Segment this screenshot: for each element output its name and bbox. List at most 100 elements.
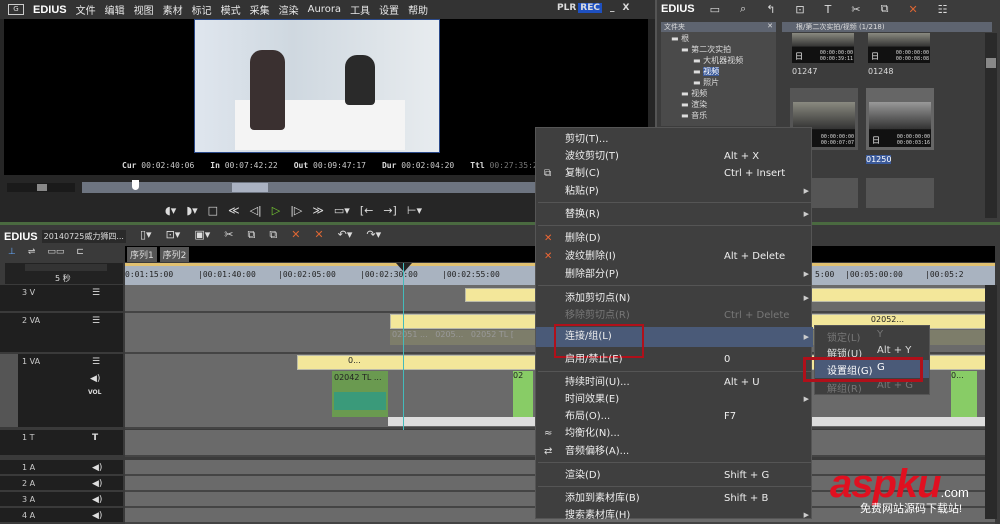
shuttle-slider[interactable] [7, 183, 75, 192]
replace-icon[interactable]: ⊢▾ [407, 204, 422, 217]
menu-item-audio-offset[interactable]: ⇄ 音频偏移(A)... [536, 443, 813, 460]
menu-marker[interactable]: 标记 [192, 2, 212, 17]
bin-clip[interactable]: 日 00:00:00:00 00:00:08:08 [868, 33, 930, 63]
menu-item-layout[interactable]: 布局(O)... F7 [536, 408, 813, 425]
menu-render[interactable]: 渲染 [279, 2, 299, 17]
tree-node-selected[interactable]: ▬ 视频 [671, 66, 776, 77]
stop-icon[interactable]: □ [208, 204, 218, 217]
set-in-icon[interactable]: ◖▾ [165, 204, 176, 217]
track-header-2a[interactable]: 2 A ◀) [0, 476, 123, 492]
link-icon[interactable]: ▭▭ [47, 247, 64, 257]
menu-edit[interactable]: 编辑 [105, 2, 125, 17]
open-icon[interactable]: ⊡▾ [166, 228, 181, 242]
fast-forward-icon[interactable]: ≫ [312, 204, 324, 217]
bin-scrollbar[interactable] [985, 33, 997, 218]
menu-item-normalize[interactable]: ≈ 均衡化(N)... [536, 425, 813, 442]
play-icon[interactable]: ▷ [272, 204, 280, 217]
tree-node[interactable]: ▬ 第二次实拍 [671, 44, 776, 55]
audio-clip[interactable]: 02 [513, 371, 533, 417]
zoom-control[interactable]: 5 秒 [5, 263, 123, 284]
track-header-2va[interactable]: 2 VA ☰ [0, 313, 123, 354]
menu-file[interactable]: 文件 [76, 2, 96, 17]
menu-tools[interactable]: 工具 [350, 2, 370, 17]
cut-icon[interactable]: ✂ [224, 228, 233, 242]
menu-item-remove-cut-point[interactable]: 移除剪切点(R) Ctrl + Delete [536, 307, 813, 324]
search-icon[interactable]: ⌕ [740, 2, 746, 16]
insert-icon[interactable]: [← [360, 204, 374, 217]
redo-icon[interactable]: ↷▾ [366, 228, 381, 242]
menu-item-add-to-bin[interactable]: 添加到素材库(B) Shift + B [536, 490, 813, 507]
copy-icon[interactable]: ⧉ [881, 2, 889, 16]
step-forward-icon[interactable]: |▷ [290, 204, 302, 217]
cut-icon[interactable]: ✂ [851, 3, 860, 16]
menu-item-time-effect[interactable]: 时间效果(E) ▶ [536, 391, 813, 408]
menu-item-duration[interactable]: 持续时间(U)... Alt + U [536, 374, 813, 391]
minimize-button[interactable]: _ [610, 3, 615, 13]
set-out-icon[interactable]: ◗▾ [186, 204, 197, 217]
folder-icon[interactable]: ▭ [710, 3, 720, 16]
menu-capture[interactable]: 采集 [250, 2, 270, 17]
view-icon[interactable]: ☷ [938, 3, 948, 16]
close-button[interactable]: X [622, 3, 629, 13]
scrub-bar[interactable] [82, 180, 537, 193]
overwrite-icon[interactable]: →] [383, 204, 397, 217]
tree-node[interactable]: ▬ 视频 [671, 88, 776, 99]
bin-clip[interactable]: 日 00:00:00:00 00:00:39:11 [792, 33, 854, 63]
menu-item-replace[interactable]: 替换(R) ▶ [536, 206, 813, 223]
audio-clip[interactable]: 0... [951, 371, 977, 417]
menu-item-delete-part[interactable]: 删除部分(P) ▶ [536, 266, 813, 283]
new-project-icon[interactable]: ▯▾ [140, 228, 152, 242]
copy-icon[interactable]: ⧉ [247, 228, 255, 242]
step-back-icon[interactable]: ◁| [250, 204, 262, 217]
submenu-item-ungroup[interactable]: 解组(R) Alt + G [827, 380, 913, 395]
track-header-4a[interactable]: 4 A ◀) [0, 508, 123, 524]
tree-node[interactable]: ▬ 照片 [671, 77, 776, 88]
tab-sequence-1[interactable]: 序列1 [127, 247, 157, 262]
add-clip-icon[interactable]: ⊡ [795, 3, 804, 16]
group-icon[interactable]: ⊏ [76, 247, 84, 257]
bin-clip-selected[interactable]: 日 00:00:00:00 00:00:03:16 [866, 88, 934, 150]
up-icon[interactable]: ↰ [766, 3, 775, 16]
menu-help[interactable]: 帮助 [408, 2, 428, 17]
tree-node[interactable]: ▬ 音乐 [671, 110, 776, 121]
playhead-handle[interactable] [132, 180, 139, 190]
menu-item-cut[interactable]: 剪切(T)... [536, 131, 813, 148]
rewind-icon[interactable]: ≪ [228, 204, 240, 217]
track-header-1va[interactable]: 1 VA ☰ ◀) VOL [0, 354, 123, 429]
paste-icon[interactable]: ⧉ [269, 228, 277, 242]
undo-icon[interactable]: ↶▾ [338, 228, 353, 242]
menu-mode[interactable]: 模式 [221, 2, 241, 17]
save-icon[interactable]: ▣▾ [194, 228, 210, 242]
menu-item-ripple-cut[interactable]: 波纹剪切(T) Alt + X [536, 148, 813, 165]
menu-view[interactable]: 视图 [134, 2, 154, 17]
delete-icon[interactable]: ✕ [908, 3, 917, 16]
audio-clip[interactable]: 02042 TL ... [332, 371, 388, 417]
menu-settings[interactable]: 设置 [379, 2, 399, 17]
menu-item-delete[interactable]: ✕ 删除(D) [536, 230, 813, 247]
menu-item-render[interactable]: 渲染(D) Shift + G [536, 467, 813, 484]
va-patch[interactable] [0, 354, 18, 427]
menu-item-copy[interactable]: ⧉ 复制(C) Ctrl + Insert [536, 165, 813, 182]
menu-item-add-cut-point[interactable]: 添加剪切点(N) ▶ [536, 290, 813, 307]
rec-button[interactable]: REC [578, 3, 602, 13]
close-folder-icon[interactable]: ✕ [767, 22, 773, 30]
menu-item-ripple-delete[interactable]: ✕ 波纹删除(I) Alt + Delete [536, 248, 813, 265]
track-header-1a[interactable]: 1 A ◀) [0, 460, 123, 476]
plr-button[interactable]: PLR [557, 3, 576, 13]
ripple-icon[interactable]: ⇌ [28, 247, 36, 257]
sync-icon[interactable]: ⊥ [8, 247, 16, 257]
bin-clip[interactable] [866, 178, 934, 208]
delete-clip-icon[interactable]: ✕ [291, 228, 300, 242]
menu-aurora[interactable]: Aurora [308, 4, 341, 15]
tree-node[interactable]: ▬ 渲染 [671, 99, 776, 110]
loop-icon[interactable]: ▭▾ [334, 204, 350, 217]
menu-clip[interactable]: 素材 [163, 2, 183, 17]
tree-node[interactable]: ▬ 大机器视频 [671, 55, 776, 66]
menu-item-enable-disable[interactable]: 启用/禁止(E) 0 [536, 351, 813, 368]
playhead-marker[interactable] [396, 263, 412, 272]
title-icon[interactable]: T [825, 3, 832, 16]
menu-item-paste[interactable]: 粘贴(P) ▶ [536, 183, 813, 200]
tree-node[interactable]: ▬ 根 [671, 33, 776, 44]
menu-item-search-bin[interactable]: 搜索素材库(H) ▶ [536, 507, 813, 524]
track-header-1t[interactable]: 1 TT [0, 430, 123, 457]
